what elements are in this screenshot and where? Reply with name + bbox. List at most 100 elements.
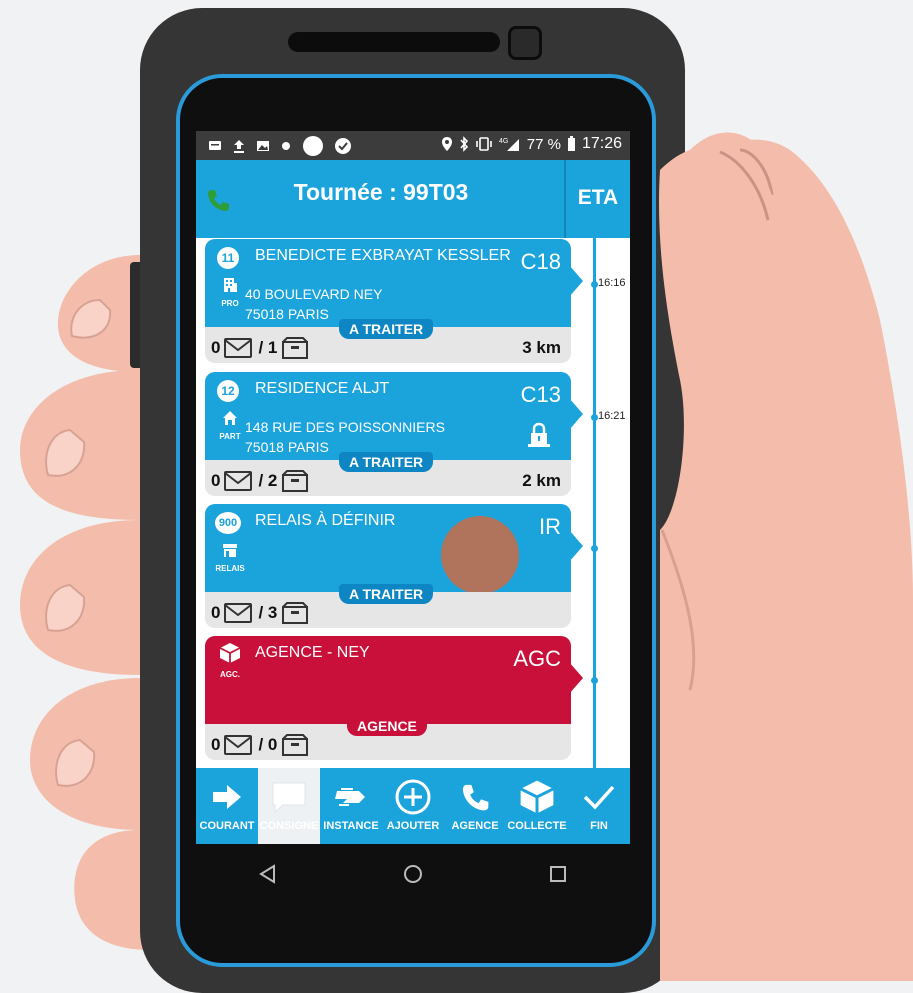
app-screen: 4G 77 % 17:26 Tournée : 99T03 ETA 16:16 … <box>196 131 630 844</box>
parcel-count: / 2 <box>258 471 278 490</box>
timeline-line <box>593 238 596 768</box>
image-notification-icon <box>257 141 269 151</box>
instance-button[interactable]: INSTANCE <box>320 768 382 844</box>
message-notification-icon <box>209 141 221 150</box>
fin-label: FIN <box>590 820 608 832</box>
consigne-button[interactable]: CONSIGNE <box>258 768 320 844</box>
shop-icon <box>223 544 237 557</box>
status-badge: A TRAITER <box>339 584 434 604</box>
android-nav-bar <box>196 844 630 904</box>
envelope-icon <box>224 338 253 358</box>
recents-icon[interactable] <box>548 864 568 884</box>
stop-type-label: PRO <box>221 299 239 308</box>
stop-address-line2: 75018 PARIS <box>245 439 329 455</box>
timeline-dot <box>591 281 598 288</box>
stop-card-pointer <box>569 530 583 562</box>
lock-icon <box>528 422 550 447</box>
status-badge: AGENCE <box>347 716 427 736</box>
parcel-count: / 0 <box>258 735 278 754</box>
status-bar-system: 4G 77 % 17:26 <box>441 135 622 153</box>
stop-card-pointer <box>569 265 583 297</box>
stop-recipient-name: RESIDENCE ALJT <box>255 380 390 397</box>
timeline-eta-time: 16:16 <box>598 277 626 289</box>
parcel-icon <box>282 470 309 492</box>
letter-count: 0 <box>211 735 221 754</box>
envelope-icon <box>224 603 253 623</box>
courant-label: COURANT <box>199 820 255 832</box>
app-header: Tournée : 99T03 ETA <box>196 160 630 238</box>
eta-button[interactable]: ETA <box>566 186 630 210</box>
phone-speaker <box>288 32 500 52</box>
bluetooth-icon <box>460 136 468 152</box>
stop-code: AGC <box>513 646 561 671</box>
stop-type: RELAIS <box>215 542 245 573</box>
fast-forward-icon <box>335 788 365 806</box>
parcel-icon <box>282 602 309 624</box>
stop-address-line2: 75018 PARIS <box>245 306 329 322</box>
consigne-label: CONSIGNE <box>259 820 319 832</box>
stop-type-label: PART <box>219 432 241 441</box>
arrow-right-icon <box>213 785 241 809</box>
letter-count: 0 <box>211 338 221 357</box>
collecte-button[interactable]: COLLECTE <box>506 768 568 844</box>
stop-number-badge: 12 <box>217 380 239 402</box>
stop-distance: 2 km <box>522 471 561 490</box>
envelope-icon <box>224 735 253 755</box>
stop-card[interactable]: 11 BENEDICTE EXBRAYAT KESSLER C18 PRO 40… <box>205 239 583 363</box>
vibrate-icon <box>475 137 492 151</box>
stop-card[interactable]: 900 RELAIS À DÉFINIR IR RELAIS A TRAITER… <box>205 504 583 628</box>
ajouter-button[interactable]: AJOUTER <box>382 768 444 844</box>
building-icon <box>224 278 237 292</box>
status-badge: A TRAITER <box>339 319 434 339</box>
letter-count: 0 <box>211 471 221 490</box>
dot-notification-icon <box>282 142 290 150</box>
agence-call-button[interactable]: AGENCE <box>444 768 506 844</box>
timeline-dot <box>591 414 598 421</box>
instance-label: INSTANCE <box>323 820 379 832</box>
battery-percent: 77 % <box>526 135 561 153</box>
stop-code: IR <box>539 514 561 539</box>
status-time: 17:26 <box>581 135 622 152</box>
agency-name: AGENCE - NEY <box>255 644 370 661</box>
status-bar-notifications <box>208 135 352 157</box>
stop-address-line1: 148 RUE DES POISSONNIERS <box>245 419 445 435</box>
collecte-label: COLLECTE <box>507 820 567 832</box>
stop-number-badge: 900 <box>215 512 241 534</box>
phone-icon <box>462 784 489 811</box>
circle-notification-icon <box>303 136 323 156</box>
package-icon <box>519 780 555 814</box>
stop-type: AGC. <box>215 642 245 679</box>
parcel-icon <box>282 734 309 756</box>
item-counts: 0 / 1 <box>211 337 313 359</box>
stop-code: C13 <box>520 382 561 407</box>
stop-card[interactable]: 12 RESIDENCE ALJT C13 PART 148 RUE DES P… <box>205 372 583 496</box>
upload-notification-icon <box>234 140 244 153</box>
add-circle-icon <box>395 779 431 815</box>
item-counts: 0 / 3 <box>211 602 313 624</box>
thumb-illustration <box>659 145 860 981</box>
ajouter-label: AJOUTER <box>386 820 440 832</box>
location-icon <box>441 137 452 151</box>
status-bar: 4G 77 % 17:26 <box>196 131 630 160</box>
stop-number-badge: 11 <box>217 247 239 269</box>
svg-text:4G: 4G <box>499 138 508 145</box>
envelope-icon <box>224 471 253 491</box>
back-icon[interactable] <box>258 864 278 884</box>
touch-indicator <box>441 516 519 594</box>
stop-code: C18 <box>520 249 561 274</box>
battery-icon <box>567 136 575 151</box>
courant-button[interactable]: COURANT <box>196 768 258 844</box>
house-icon <box>223 411 237 425</box>
stop-address-line1: 40 BOULEVARD NEY <box>245 286 383 302</box>
agency-card[interactable]: AGENCE - NEY AGC AGC. AGENCE 0 / 0 <box>205 636 583 760</box>
parcel-count: / 3 <box>258 603 278 622</box>
stop-distance: 3 km <box>522 338 561 357</box>
stop-type: PART <box>215 410 245 441</box>
phone-camera <box>508 26 542 60</box>
check-icon <box>583 785 615 810</box>
status-badge: A TRAITER <box>339 452 434 472</box>
letter-count: 0 <box>211 603 221 622</box>
fin-button[interactable]: FIN <box>568 768 630 844</box>
bottom-action-bar: COURANT CONSIGNE INSTANCE AJOUTER AGENCE… <box>196 768 630 844</box>
home-icon[interactable] <box>403 864 423 884</box>
